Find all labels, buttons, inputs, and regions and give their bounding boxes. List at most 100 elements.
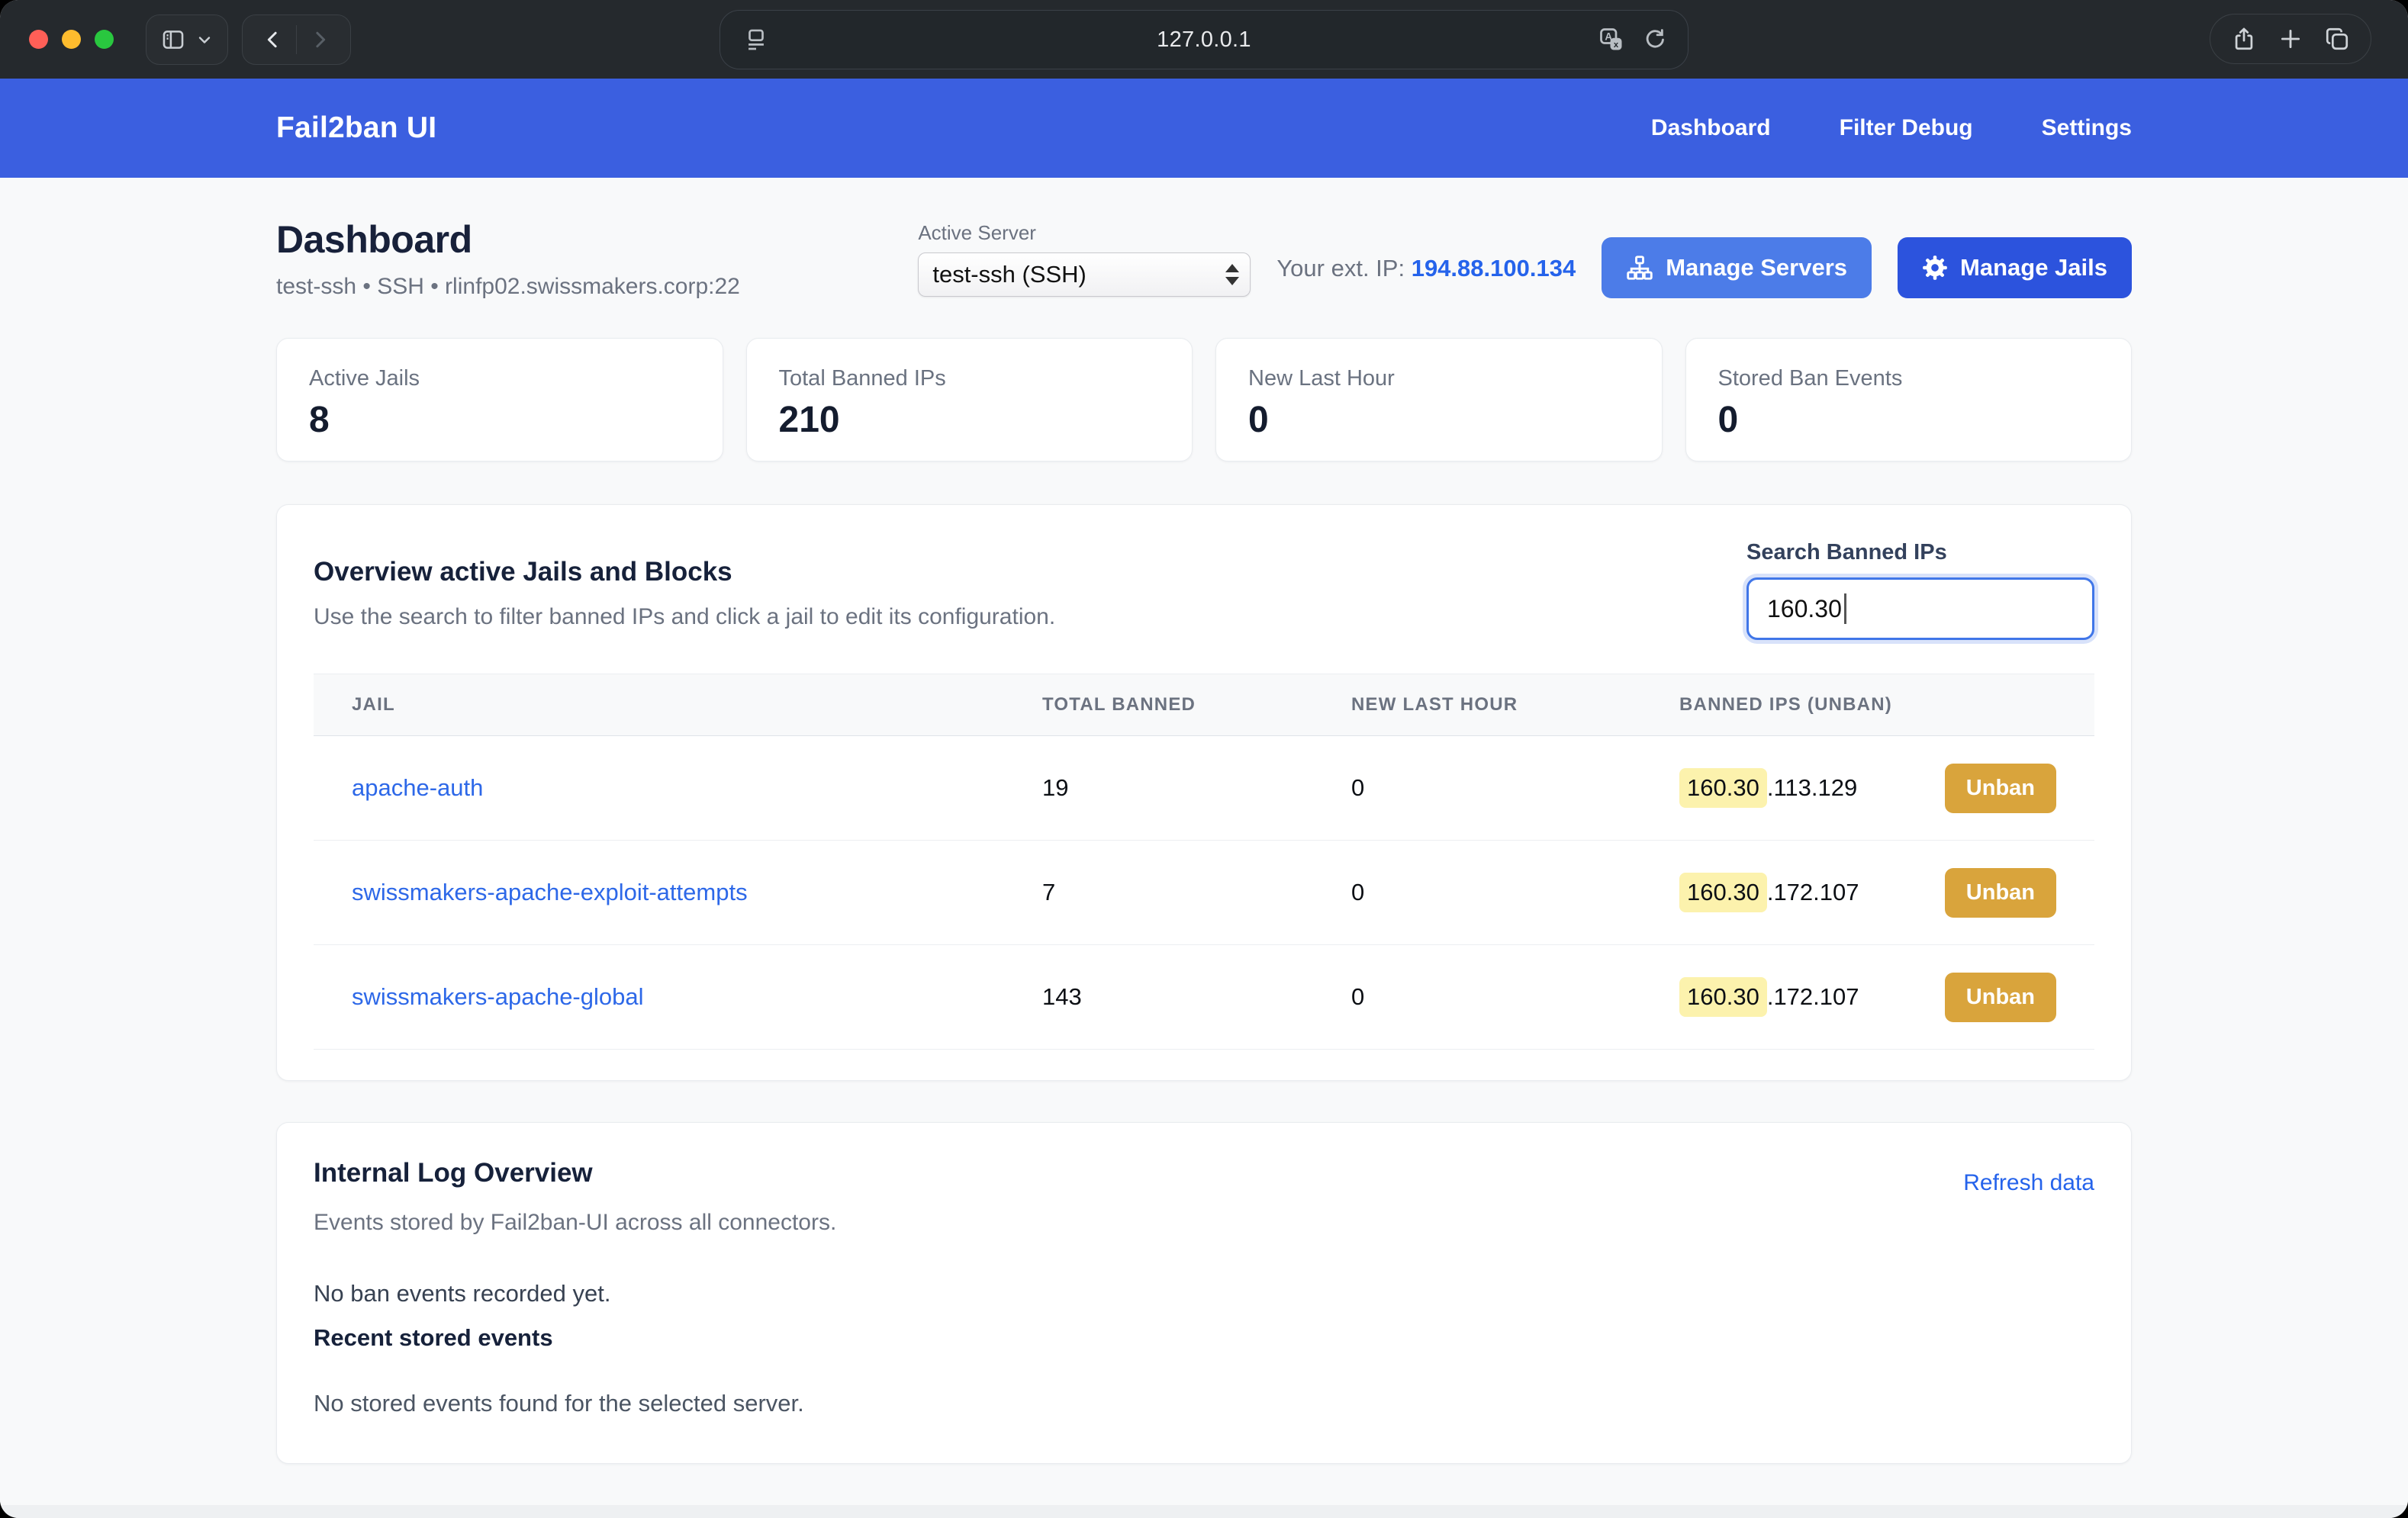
- tab-overview-icon[interactable]: [2324, 26, 2350, 52]
- stat-value: 0: [1718, 399, 2100, 441]
- external-ip-label: Your ext. IP:: [1276, 255, 1405, 281]
- forward-button[interactable]: [297, 15, 343, 64]
- new-last-hour-value: 0: [1351, 774, 1679, 802]
- unban-button[interactable]: Unban: [1945, 764, 2056, 813]
- sidebar-icon: [160, 27, 186, 53]
- window-controls: [29, 30, 114, 49]
- table-row: swissmakers-apache-global 143 0 160.30.1…: [314, 945, 2094, 1050]
- external-ip-value[interactable]: 194.88.100.134: [1412, 255, 1576, 281]
- stat-label: Stored Ban Events: [1718, 366, 2100, 391]
- table-header-row: Jail Total Banned New Last Hour Banned I…: [314, 674, 2094, 736]
- close-window-button[interactable]: [29, 30, 48, 49]
- column-header-new-last-hour: New Last Hour: [1351, 694, 1679, 716]
- ip-rest: .172.107: [1767, 879, 1859, 906]
- new-tab-icon[interactable]: [2278, 26, 2303, 52]
- stat-label: Active Jails: [309, 366, 691, 391]
- ip-search-highlight: 160.30: [1679, 873, 1767, 912]
- search-input-value: 160.30: [1767, 595, 1842, 623]
- jails-table: Jail Total Banned New Last Hour Banned I…: [314, 674, 2094, 1050]
- share-icon[interactable]: [2231, 26, 2257, 52]
- ip-rest: .113.129: [1767, 774, 1857, 802]
- table-row: apache-auth 19 0 160.30.113.129 Unban: [314, 736, 2094, 841]
- reader-page-icon[interactable]: [743, 27, 769, 53]
- stat-label: New Last Hour: [1248, 366, 1630, 391]
- minimize-window-button[interactable]: [62, 30, 81, 49]
- log-subtitle: Events stored by Fail2ban-UI across all …: [314, 1210, 2094, 1236]
- svg-text:x: x: [1614, 40, 1619, 50]
- stat-value: 0: [1248, 399, 1630, 441]
- page-title-block: Dashboard test-ssh • SSH • rlinfp02.swis…: [276, 217, 740, 300]
- no-stored-events-text: No stored events found for the selected …: [314, 1390, 2094, 1417]
- text-caret: [1844, 593, 1846, 624]
- nav-link-settings[interactable]: Settings: [2042, 115, 2132, 141]
- back-button[interactable]: [250, 15, 296, 64]
- browser-window: 127.0.0.1 Ax Fail2ban UI: [0, 0, 2408, 1518]
- overview-title: Overview active Jails and Blocks: [314, 557, 1055, 587]
- overview-heading-block: Overview active Jails and Blocks Use the…: [314, 540, 1055, 630]
- internal-log-card: Internal Log Overview Refresh data Event…: [276, 1122, 2132, 1464]
- new-last-hour-value: 0: [1351, 879, 1679, 906]
- banned-ip: 160.30.113.129: [1679, 768, 1857, 808]
- stat-card-total-banned: Total Banned IPs 210: [746, 338, 1193, 462]
- column-header-banned-ips: Banned IPs (Unban): [1679, 694, 2056, 716]
- unban-button[interactable]: Unban: [1945, 868, 2056, 918]
- no-ban-events-text: No ban events recorded yet.: [314, 1280, 2094, 1307]
- search-banned-ips-input[interactable]: 160.30: [1746, 577, 2094, 640]
- manage-jails-button[interactable]: Manage Jails: [1898, 237, 2132, 298]
- active-server-label: Active Server: [918, 221, 1251, 245]
- jail-link[interactable]: apache-auth: [352, 774, 483, 801]
- active-server-selected-value: test-ssh (SSH): [932, 261, 1086, 288]
- jail-link[interactable]: swissmakers-apache-global: [352, 983, 644, 1010]
- translate-icon[interactable]: Ax: [1598, 26, 1625, 53]
- total-banned-value: 7: [1042, 879, 1351, 906]
- browser-toolbar: 127.0.0.1 Ax: [0, 0, 2408, 79]
- refresh-data-link[interactable]: Refresh data: [1963, 1170, 2094, 1196]
- main-content: Dashboard test-ssh • SSH • rlinfp02.swis…: [0, 178, 2408, 1505]
- ip-rest: .172.107: [1767, 983, 1859, 1011]
- overview-subtitle: Use the search to filter banned IPs and …: [314, 604, 1055, 630]
- stat-value: 8: [309, 399, 691, 441]
- table-row: swissmakers-apache-exploit-attempts 7 0 …: [314, 841, 2094, 945]
- page-title: Dashboard: [276, 217, 740, 262]
- total-banned-value: 143: [1042, 983, 1351, 1011]
- history-nav-group: [242, 14, 351, 65]
- column-header-jail: Jail: [352, 694, 1042, 716]
- active-server-block: Active Server test-ssh (SSH): [918, 221, 1251, 297]
- sitemap-icon: [1626, 254, 1653, 281]
- active-server-select[interactable]: test-ssh (SSH): [918, 252, 1251, 297]
- manage-servers-label: Manage Servers: [1666, 254, 1847, 281]
- zoom-window-button[interactable]: [95, 30, 114, 49]
- stat-card-stored-ban-events: Stored Ban Events 0: [1685, 338, 2133, 462]
- unban-button[interactable]: Unban: [1945, 973, 2056, 1022]
- stat-cards: Active Jails 8 Total Banned IPs 210 New …: [276, 338, 2132, 462]
- reload-icon[interactable]: [1642, 27, 1668, 53]
- banned-ip: 160.30.172.107: [1679, 873, 1859, 912]
- toolbar-actions-group: [2210, 14, 2371, 64]
- search-banned-ips-label: Search Banned IPs: [1746, 540, 2094, 565]
- window-bottom-strip: [0, 1505, 2408, 1518]
- address-bar[interactable]: 127.0.0.1 Ax: [720, 10, 1688, 69]
- top-nav: Dashboard Filter Debug Settings: [1651, 115, 2132, 141]
- manage-jails-label: Manage Jails: [1960, 254, 2107, 281]
- stat-card-active-jails: Active Jails 8: [276, 338, 723, 462]
- overview-card: Overview active Jails and Blocks Use the…: [276, 504, 2132, 1081]
- page-subtitle: test-ssh • SSH • rlinfp02.swissmakers.co…: [276, 274, 740, 300]
- external-ip: Your ext. IP: 194.88.100.134: [1276, 255, 1576, 282]
- ip-search-highlight: 160.30: [1679, 977, 1767, 1017]
- new-last-hour-value: 0: [1351, 983, 1679, 1011]
- stat-label: Total Banned IPs: [779, 366, 1161, 391]
- nav-link-filter-debug[interactable]: Filter Debug: [1840, 115, 1973, 141]
- manage-servers-button[interactable]: Manage Servers: [1602, 237, 1872, 298]
- chevron-right-icon: [308, 28, 331, 51]
- jail-link[interactable]: swissmakers-apache-exploit-attempts: [352, 879, 748, 905]
- nav-link-dashboard[interactable]: Dashboard: [1651, 115, 1771, 141]
- search-block: Search Banned IPs 160.30: [1746, 540, 2094, 640]
- recent-stored-events-title: Recent stored events: [314, 1324, 2094, 1352]
- chevron-down-icon: [195, 31, 214, 49]
- app-header: Fail2ban UI Dashboard Filter Debug Setti…: [0, 79, 2408, 178]
- stat-value: 210: [779, 399, 1161, 441]
- column-header-total-banned: Total Banned: [1042, 694, 1351, 716]
- sidebar-toggle-button[interactable]: [146, 14, 228, 65]
- stat-card-new-last-hour: New Last Hour 0: [1215, 338, 1663, 462]
- chevron-left-icon: [262, 28, 285, 51]
